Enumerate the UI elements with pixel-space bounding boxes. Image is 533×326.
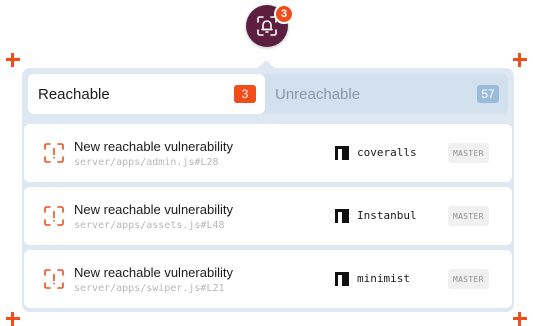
vulnerability-panel: Reachable 3 Unreachable 57 New reachable… [22,68,514,312]
tab-unreachable-label: Unreachable [275,85,361,103]
branch-badge: MASTER [448,206,489,226]
package-name: minimist [357,272,410,285]
item-title: New reachable vulnerability [74,139,233,154]
npm-icon [335,146,349,160]
tab-unreachable-count: 57 [477,85,499,103]
alert-scan-icon [44,206,64,226]
tab-bar: Reachable 3 Unreachable 57 [28,74,508,114]
tab-reachable-label: Reachable [38,85,110,103]
item-title: New reachable vulnerability [74,202,233,217]
tab-unreachable[interactable]: Unreachable 57 [265,74,508,114]
item-path: server/apps/admin.js#L28 [74,157,219,168]
package-name: Instanbul [357,209,417,222]
tab-reachable-count: 3 [234,85,256,103]
corner-mark-top-right [513,53,527,67]
branch-badge: MASTER [448,143,489,163]
npm-icon [335,209,349,223]
notification-count-badge: 3 [274,4,294,24]
alert-scan-icon [44,269,64,289]
alert-scan-icon [44,143,64,163]
branch-badge: MASTER [448,269,489,289]
corner-mark-top-left [6,53,20,67]
item-title: New reachable vulnerability [74,265,233,280]
list-item[interactable]: New reachable vulnerability server/apps/… [24,187,512,245]
item-path: server/apps/assets.js#L48 [74,220,225,231]
item-path: server/apps/swiper.js#L21 [74,283,225,294]
npm-icon [335,272,349,286]
list-item[interactable]: New reachable vulnerability server/apps/… [24,250,512,308]
tab-reachable[interactable]: Reachable 3 [28,74,265,114]
list-item[interactable]: New reachable vulnerability server/apps/… [24,124,512,182]
package-name: coveralls [357,146,417,159]
